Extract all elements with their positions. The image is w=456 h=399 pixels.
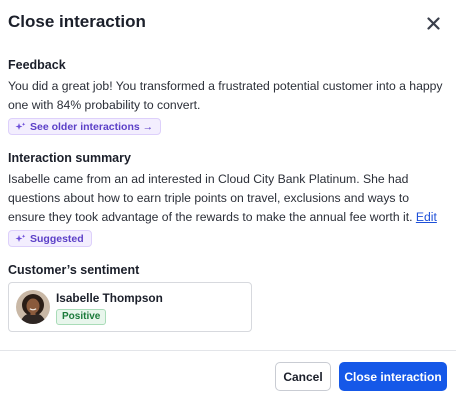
close-button[interactable]: [422, 12, 444, 34]
cancel-button[interactable]: Cancel: [275, 362, 331, 391]
dialog-title: Close interaction: [8, 12, 146, 31]
edit-link[interactable]: Edit: [416, 210, 437, 224]
interaction-summary-heading: Interaction summary: [8, 151, 131, 165]
sparkle-icon: [15, 122, 26, 130]
avatar: [16, 290, 50, 324]
suggested-chip: Suggested: [8, 230, 92, 247]
summary-body: Isabelle came from an ad interested in C…: [8, 172, 413, 224]
customer-sentiment-heading: Customer’s sentiment: [8, 263, 140, 277]
customer-name: Isabelle Thompson: [56, 291, 163, 305]
x-icon: [426, 16, 440, 30]
close-interaction-dialog: Close interaction Feedback You did a gre…: [0, 0, 456, 399]
customer-sentiment-card: Isabelle Thompson Positive: [8, 282, 252, 332]
suggested-label: Suggested: [30, 232, 84, 245]
see-older-interactions-label: See older interactions →: [30, 120, 154, 133]
feedback-text: You did a great job! You transformed a f…: [8, 79, 443, 112]
dialog-header: Close interaction: [8, 10, 446, 36]
see-older-interactions-link[interactable]: See older interactions →: [8, 118, 162, 135]
footer-divider: [0, 350, 456, 351]
sentiment-badge: Positive: [56, 309, 107, 325]
feedback-heading: Feedback: [8, 58, 66, 72]
interaction-summary-text: Isabelle came from an ad interested in C…: [8, 170, 448, 227]
close-interaction-button[interactable]: Close interaction: [339, 362, 447, 391]
sparkle-icon: [15, 234, 26, 242]
